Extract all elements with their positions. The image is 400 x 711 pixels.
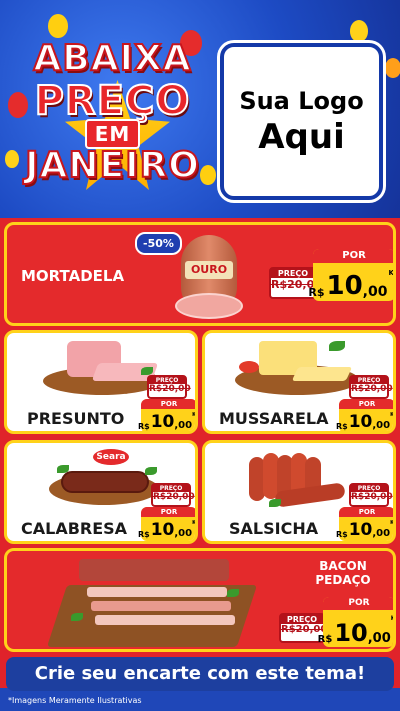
headline-line-3: EM bbox=[10, 119, 215, 149]
price-cents: ,00 bbox=[174, 528, 193, 539]
presunto-image bbox=[43, 337, 163, 399]
product-card-presunto: PRESUNTO PREÇO R$20,00 POR R$ 10 ,00 KG bbox=[4, 330, 198, 434]
currency: R$ bbox=[308, 286, 325, 299]
product-card-salsicha: SALSICHA PREÇO R$20,00 POR R$ 10 ,00 KG bbox=[202, 440, 396, 544]
bacon-image bbox=[46, 555, 258, 649]
new-price-label: POR bbox=[323, 597, 393, 610]
balloon-decoration bbox=[350, 20, 368, 42]
price-integer: 10 bbox=[348, 520, 373, 540]
logo-placeholder: Sua Logo Aqui bbox=[220, 43, 383, 200]
old-price-value: R$20,00 bbox=[351, 492, 393, 502]
new-price-tag: POR R$ 10 ,00 KG bbox=[335, 399, 394, 432]
price-cents: ,00 bbox=[372, 528, 391, 539]
new-price-tag: POR R$ 10 ,00 KG bbox=[335, 507, 394, 541]
mortadela-image: OURO bbox=[175, 231, 245, 321]
product-name: SALSICHA bbox=[229, 519, 319, 538]
new-price-tag: POR R$ 10 ,00 KG bbox=[308, 249, 394, 301]
product-card-mortadela: MORTADELA OURO PREÇO R$20,00 POR R$ 10 ,… bbox=[4, 222, 396, 326]
old-price-tag: PREÇO R$20,00 bbox=[147, 375, 191, 399]
product-name: PRESUNTO bbox=[27, 409, 125, 428]
product-name-line-1: BACON bbox=[319, 559, 367, 573]
disclaimer: *Imagens Meramente Ilustrativas bbox=[8, 696, 142, 705]
salsicha-image bbox=[245, 447, 355, 509]
new-price-tag: POR R$ 10 ,00 KG bbox=[318, 597, 396, 647]
discount-badge: -50% bbox=[135, 232, 182, 255]
currency: R$ bbox=[137, 530, 150, 539]
headline-line-1: ABAIXA bbox=[32, 37, 192, 80]
calabresa-image: Seara bbox=[47, 447, 163, 509]
price-unit: KG bbox=[390, 520, 394, 526]
balloon-decoration bbox=[385, 58, 400, 78]
old-price-tag: PREÇO R$20,00 bbox=[349, 483, 393, 507]
old-price-label: PREÇO bbox=[281, 615, 323, 624]
old-price-label: PREÇO bbox=[149, 377, 185, 384]
old-price-tag: PREÇO R$20,00 bbox=[151, 483, 195, 507]
price-unit: KG bbox=[192, 412, 196, 418]
old-price-value: R$20,00 bbox=[153, 492, 195, 502]
headline-line-2: PREÇO bbox=[34, 77, 191, 125]
currency: R$ bbox=[335, 422, 348, 431]
product-card-calabresa: Seara CALABRESA PREÇO R$20,00 POR R$ 10 … bbox=[4, 440, 198, 544]
price-unit: KG bbox=[388, 269, 394, 277]
headline: ABAIXA PREÇO EM JANEIRO bbox=[10, 30, 215, 210]
price-integer: 10 bbox=[348, 412, 373, 432]
price-integer: 10 bbox=[326, 271, 363, 301]
product-card-mussarela: MUSSARELA PREÇO R$20,00 POR R$ 10 ,00 KG bbox=[202, 330, 396, 434]
new-price-label: POR bbox=[339, 399, 393, 409]
product-name: MUSSARELA bbox=[219, 409, 329, 428]
old-price-label: PREÇO bbox=[351, 485, 387, 492]
mussarela-image bbox=[231, 337, 361, 401]
currency: R$ bbox=[137, 422, 150, 431]
old-price-value: R$20,00 bbox=[149, 384, 191, 394]
price-unit: KG bbox=[390, 615, 396, 622]
currency: R$ bbox=[317, 634, 333, 645]
old-price-label: PREÇO bbox=[153, 485, 189, 492]
headline-line-4: JANEIRO bbox=[24, 144, 200, 187]
price-unit: KG bbox=[192, 520, 196, 526]
header-banner: ABAIXA PREÇO EM JANEIRO Sua Logo Aqui bbox=[0, 0, 400, 218]
old-price-label: PREÇO bbox=[351, 377, 387, 384]
old-price-label: PREÇO bbox=[271, 269, 315, 278]
old-price-value: R$20,00 bbox=[351, 384, 393, 394]
new-price-label: POR bbox=[339, 507, 393, 517]
price-cents: ,00 bbox=[362, 284, 388, 300]
new-price-label: POR bbox=[141, 507, 195, 517]
old-price-tag: PREÇO R$20,00 bbox=[349, 375, 393, 399]
new-price-label: POR bbox=[141, 399, 195, 409]
price-cents: ,00 bbox=[367, 631, 391, 646]
price-integer: 10 bbox=[150, 412, 175, 432]
currency: R$ bbox=[335, 530, 348, 539]
price-cents: ,00 bbox=[174, 420, 193, 431]
logo-text-line-1: Sua Logo bbox=[239, 86, 364, 115]
cta-banner[interactable]: Crie seu encarte com este tema! bbox=[6, 657, 394, 691]
product-name: BACON PEDAÇO bbox=[303, 559, 383, 587]
price-integer: 10 bbox=[150, 520, 175, 540]
price-unit: KG bbox=[390, 412, 394, 418]
product-name: MORTADELA bbox=[21, 267, 125, 285]
price-integer: 10 bbox=[334, 619, 368, 647]
logo-text-line-2: Aqui bbox=[258, 116, 345, 157]
new-price-tag: POR R$ 10 ,00 KG bbox=[137, 399, 196, 432]
new-price-tag: POR R$ 10 ,00 KG bbox=[137, 507, 196, 541]
new-price-label: POR bbox=[313, 249, 393, 263]
brand-label: Seara bbox=[93, 449, 129, 465]
brand-label: OURO bbox=[185, 261, 233, 279]
product-name-line-2: PEDAÇO bbox=[315, 573, 371, 587]
product-name: CALABRESA bbox=[21, 519, 128, 538]
product-card-bacon: BACON PEDAÇO PREÇO R$20,00 POR R$ 10 ,00… bbox=[4, 548, 396, 652]
price-cents: ,00 bbox=[372, 420, 391, 431]
